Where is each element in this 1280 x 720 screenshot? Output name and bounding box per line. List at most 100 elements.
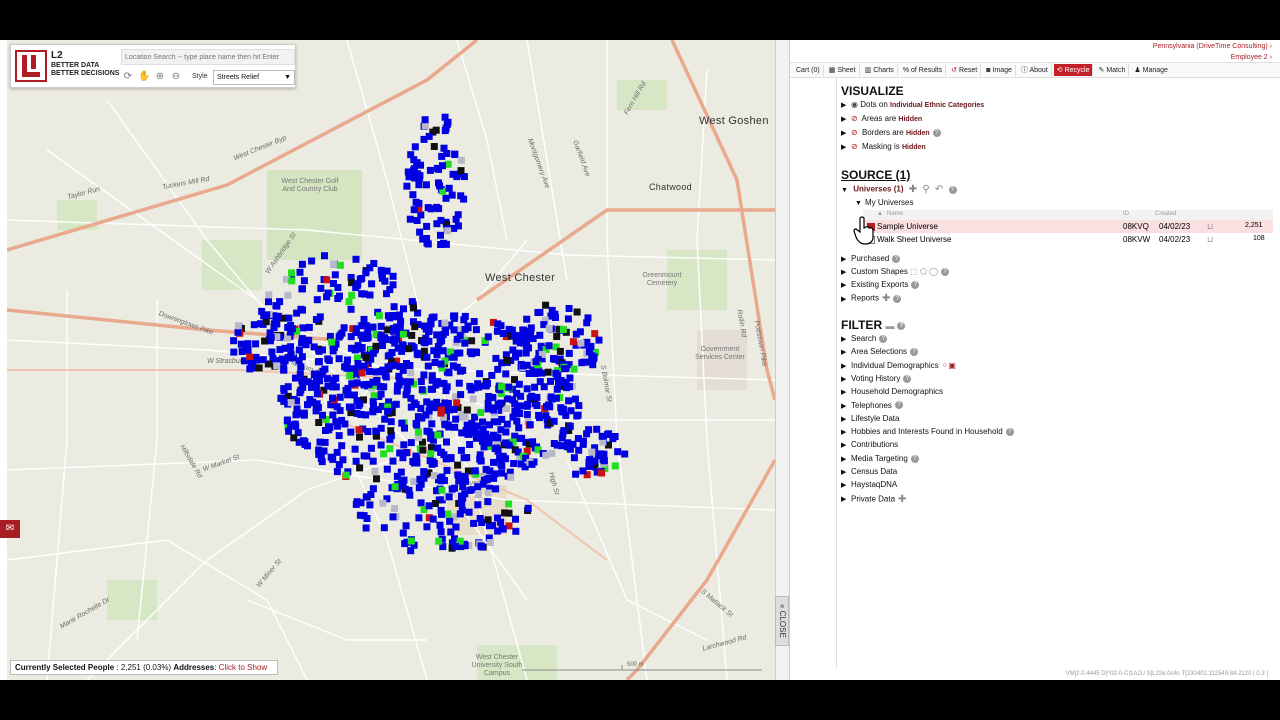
source-heading[interactable]: SOURCE (1)	[841, 168, 910, 182]
voter-dot	[526, 421, 534, 429]
comment-icon[interactable]: ▬	[885, 321, 894, 331]
table-row[interactable]: Walk Sheet Universe 08KVW 04/02/23 ⊔ 108	[863, 233, 1273, 246]
filter-item[interactable]: ▶ Media Targeting?	[841, 454, 919, 463]
help-icon[interactable]: ?	[903, 374, 912, 383]
filter-item[interactable]: ▶ Household Demographics	[841, 387, 943, 396]
column-name[interactable]: Name	[887, 211, 903, 217]
charts-button[interactable]: ▥ Charts	[862, 64, 898, 76]
column-id[interactable]: ID	[1123, 211, 1129, 217]
help-icon[interactable]: ?	[941, 267, 950, 276]
search-icon[interactable]: ⚲	[922, 184, 929, 195]
filter-item[interactable]: ▶ HaystaqDNA	[841, 480, 897, 489]
voter-dot	[298, 353, 306, 361]
add-icon[interactable]: ✚	[882, 293, 890, 304]
filter-item-label: Media Targeting	[851, 453, 908, 463]
filter-item[interactable]: ▶ Voting History?	[841, 374, 912, 383]
map-canvas[interactable]: West Goshen Chatwood West Chester West C…	[7, 40, 775, 680]
help-icon[interactable]: ?	[894, 401, 903, 410]
add-icon[interactable]: ✚	[898, 494, 906, 505]
show-addresses-link[interactable]: Click to Show	[219, 663, 267, 672]
help-icon[interactable]: ?	[910, 348, 919, 357]
help-icon[interactable]: ?	[911, 280, 920, 289]
voter-dot	[409, 191, 417, 199]
match-button[interactable]: ✎ Match	[1095, 64, 1130, 76]
voter-dot	[553, 333, 561, 340]
visualize-borders-row[interactable]: ▶ ⊘ Borders are Hidden?	[841, 128, 941, 137]
column-created[interactable]: Created	[1155, 211, 1176, 217]
voter-dot	[399, 330, 407, 338]
source-item-custom-shapes[interactable]: ▶ Custom Shapes ⬚ ⬠ ◯?	[841, 267, 950, 276]
sort-asc-icon[interactable]: ▲	[877, 211, 883, 217]
shape-tools-icon[interactable]: ⬚ ⬠ ◯	[910, 267, 938, 276]
voter-dot	[457, 446, 465, 454]
filter-item[interactable]: ▶ Search?	[841, 334, 888, 343]
source-item-existing-exports[interactable]: ▶ Existing Exports?	[841, 280, 920, 289]
reset-button[interactable]: ↺ Reset	[948, 64, 982, 76]
expand-arrow-icon: ▶	[841, 362, 847, 370]
sheet-button[interactable]: ▦ Sheet	[826, 64, 860, 76]
voter-dot	[502, 370, 510, 378]
voter-dot	[472, 429, 480, 437]
close-panel-tab[interactable]: « CLOSE	[775, 596, 789, 646]
voter-dot	[286, 344, 294, 352]
visualize-masking-row[interactable]: ▶ ⊘ Masking is Hidden	[841, 142, 926, 151]
image-button[interactable]: ◙ Image	[983, 64, 1016, 76]
help-icon[interactable]: ?	[879, 334, 888, 343]
voter-dot	[509, 396, 517, 404]
filter-item[interactable]: ▶ Lifestyle Data	[841, 414, 899, 423]
cart-button[interactable]: Cart (0)	[793, 64, 824, 76]
voter-dot	[621, 450, 629, 458]
visualize-dots-row[interactable]: ▶ ◉ Dots on Individual Ethnic Categories	[841, 100, 984, 109]
help-icon[interactable]: ?	[932, 128, 941, 137]
refresh-icon[interactable]: ⟳	[122, 71, 134, 83]
zoom-in-icon[interactable]: ⊕	[154, 71, 166, 83]
cart-icon[interactable]: ⊔	[1207, 235, 1213, 244]
zoom-out-icon[interactable]: ⊖	[170, 71, 182, 83]
filter-item[interactable]: ▶ Census Data	[841, 467, 897, 476]
account-info[interactable]: Pennsylvania (DriveTime Consulting) › Em…	[1153, 41, 1272, 63]
demographics-icon[interactable]: ⁘▣	[942, 361, 956, 370]
voter-dot	[378, 270, 386, 278]
add-icon[interactable]: ✚	[909, 184, 917, 195]
help-icon[interactable]: ?	[1005, 427, 1014, 436]
help-icon[interactable]: ?	[893, 294, 902, 303]
help-icon[interactable]: ?	[910, 454, 919, 463]
voter-dot	[411, 143, 419, 151]
voter-dot	[533, 393, 541, 401]
expand-arrow-icon: ▶	[841, 256, 847, 263]
location-search-input[interactable]	[121, 49, 295, 65]
expand-arrow-icon: ▶	[841, 415, 847, 423]
filter-item[interactable]: ▶ Contributions	[841, 440, 898, 449]
visualize-areas-row[interactable]: ▶ ⊘ Areas are Hidden	[841, 114, 922, 123]
help-icon[interactable]: ?	[897, 321, 906, 330]
filter-item[interactable]: ▶ Hobbies and Interests Found in Househol…	[841, 427, 1014, 436]
source-item-reports[interactable]: ▶ Reports ✚?	[841, 293, 902, 304]
source-item-purchased[interactable]: ▶ Purchased?	[841, 254, 901, 263]
undo-icon[interactable]: ↶	[935, 184, 943, 195]
voter-dot	[446, 517, 454, 525]
filter-item[interactable]: ▶ Telephones?	[841, 401, 903, 410]
cart-icon[interactable]: ⊔	[1207, 222, 1213, 231]
about-button[interactable]: ⓘ About	[1018, 63, 1052, 77]
voter-dot	[430, 143, 438, 150]
pan-hand-icon[interactable]: ✋	[138, 71, 150, 83]
manage-button[interactable]: ♟ Manage	[1131, 64, 1171, 76]
chat-icon[interactable]: ✉	[0, 520, 20, 538]
percent-results-button[interactable]: % of Results	[900, 64, 947, 76]
filter-item[interactable]: ▶ Area Selections?	[841, 347, 919, 357]
voter-dot	[257, 320, 264, 328]
my-universes-row[interactable]: ▼ My Universes	[855, 198, 913, 207]
filter-item[interactable]: ▶ Private Data ✚	[841, 494, 906, 505]
voter-dot	[362, 411, 370, 419]
recycle-button[interactable]: ⟲ Recycle	[1053, 64, 1094, 76]
map-style-select[interactable]: Streets Relief ▼	[213, 70, 295, 85]
voter-dot	[477, 457, 485, 465]
voter-dot	[450, 353, 458, 361]
table-row[interactable]: Sample Universe 08KVQ 04/02/23 ⊔ 2,251	[863, 220, 1273, 233]
help-icon[interactable]: ?	[892, 254, 901, 263]
voter-dot	[342, 386, 350, 394]
voter-dot	[237, 340, 245, 348]
help-icon[interactable]: ?	[948, 185, 957, 194]
universes-row[interactable]: ▼ Universes (1) ✚ ⚲ ↶ ?	[841, 184, 957, 195]
filter-item[interactable]: ▶ Individual Demographics ⁘▣	[841, 361, 956, 370]
